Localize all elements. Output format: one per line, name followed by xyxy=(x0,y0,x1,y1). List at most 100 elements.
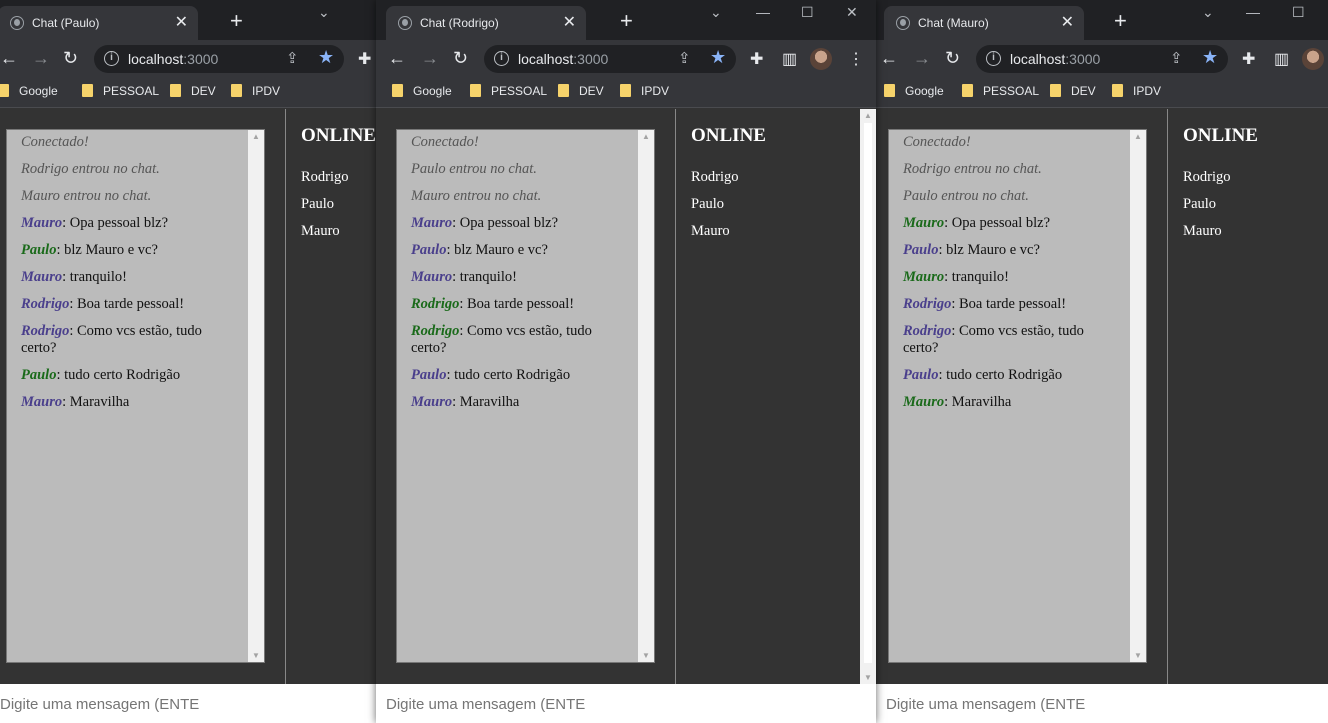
plus-icon[interactable]: + xyxy=(1114,8,1127,34)
star-icon[interactable]: ★ xyxy=(318,47,334,68)
message-author: Paulo xyxy=(903,242,939,258)
message-input[interactable] xyxy=(886,692,1085,716)
address-bar[interactable]: i localhost:3000 ⇪ ★ xyxy=(94,45,344,73)
bookmark-pessoal[interactable]: PESSOAL xyxy=(82,84,159,98)
message-input[interactable] xyxy=(0,692,199,716)
back-arrow-icon[interactable]: ← xyxy=(0,46,18,70)
chat-message: Rodrigo: Como vcs estão, tudo certo? xyxy=(21,323,238,357)
bookmark-pessoal[interactable]: PESSOAL xyxy=(470,84,547,98)
scroll-up-icon[interactable]: ▲ xyxy=(1134,132,1142,141)
kebab-menu-icon[interactable]: ⋮ xyxy=(848,49,864,69)
online-user-list: Rodrigo Paulo Mauro xyxy=(691,169,739,250)
back-arrow-icon[interactable]: ← xyxy=(880,46,898,70)
star-icon[interactable]: ★ xyxy=(710,47,726,68)
puzzle-icon[interactable]: ✚ xyxy=(750,49,763,69)
window-close-icon[interactable]: ✕ xyxy=(846,4,858,21)
chevron-down-icon[interactable]: ⌄ xyxy=(318,4,330,21)
back-arrow-icon[interactable]: ← xyxy=(388,46,406,70)
scroll-down-icon[interactable]: ▼ xyxy=(642,651,650,660)
reload-icon[interactable]: ↻ xyxy=(453,46,468,70)
chat-messages[interactable]: Conectado! Rodrigo entrou no chat. Paulo e… xyxy=(888,129,1147,663)
online-user: Paulo xyxy=(1183,196,1217,212)
bookmark-google[interactable]: Google xyxy=(392,84,452,98)
message-author: Rodrigo xyxy=(903,296,952,312)
plus-icon[interactable]: + xyxy=(620,8,633,34)
bookmark-dev[interactable]: DEV xyxy=(558,84,604,98)
chevron-down-icon[interactable]: ⌄ xyxy=(710,4,722,21)
tab-chat-paulo[interactable]: Chat (Paulo) ✕ xyxy=(0,6,198,40)
minimize-icon[interactable]: — xyxy=(756,4,770,20)
reload-icon[interactable]: ↻ xyxy=(945,46,960,70)
online-title: ONLINE xyxy=(691,125,766,146)
maximize-icon[interactable]: ☐ xyxy=(801,4,814,21)
bookmark-pessoal[interactable]: PESSOAL xyxy=(962,84,1039,98)
share-icon[interactable]: ⇪ xyxy=(286,49,299,67)
scroll-down-icon[interactable]: ▼ xyxy=(252,651,260,660)
chat-messages[interactable]: Conectado! Paulo entrou no chat. Mauro ent… xyxy=(396,129,655,663)
close-icon[interactable]: ✕ xyxy=(563,12,576,32)
info-icon[interactable]: i xyxy=(104,51,119,66)
folder-icon xyxy=(392,84,403,97)
chat-message: Mauro: Opa pessoal blz? xyxy=(903,215,1120,232)
chat-messages[interactable]: Conectado! Rodrigo entrou no chat. Mauro e… xyxy=(6,129,265,663)
tab-chat-mauro[interactable]: Chat (Mauro) ✕ xyxy=(884,6,1084,40)
bookmark-dev[interactable]: DEV xyxy=(1050,84,1096,98)
forward-arrow-icon[interactable]: → xyxy=(421,46,439,70)
message-author: Mauro xyxy=(21,215,63,231)
bookmark-ipdv[interactable]: IPDV xyxy=(231,84,280,98)
puzzle-icon[interactable]: ✚ xyxy=(358,49,371,69)
scroll-up-icon[interactable]: ▲ xyxy=(642,132,650,141)
close-icon[interactable]: ✕ xyxy=(175,12,188,32)
message-text: : Boa tarde pessoal! xyxy=(69,296,185,312)
info-icon[interactable]: i xyxy=(986,51,1001,66)
avatar[interactable] xyxy=(1302,48,1324,70)
address-bar[interactable]: i localhost:3000 ⇪ ★ xyxy=(976,45,1228,73)
url-text: localhost:3000 xyxy=(1010,51,1101,67)
tab-chat-rodrigo[interactable]: Chat (Rodrigo) ✕ xyxy=(386,6,586,40)
scroll-down-icon[interactable]: ▼ xyxy=(864,673,872,682)
side-panel-icon[interactable]: ▥ xyxy=(782,49,797,69)
address-bar[interactable]: i localhost:3000 ⇪ ★ xyxy=(484,45,736,73)
scrollbar-thumb[interactable] xyxy=(864,123,872,663)
scroll-up-icon[interactable]: ▲ xyxy=(864,111,872,120)
bookmark-ipdv[interactable]: IPDV xyxy=(620,84,669,98)
folder-icon xyxy=(620,84,631,97)
chat-message: Mauro: Maravilha xyxy=(21,394,238,411)
side-panel-icon[interactable]: ▥ xyxy=(1274,49,1289,69)
minimize-icon[interactable]: — xyxy=(1246,4,1260,20)
message-author: Paulo xyxy=(411,242,447,258)
bookmark-dev[interactable]: DEV xyxy=(170,84,216,98)
plus-icon[interactable]: + xyxy=(230,8,243,34)
chat-scrollbar[interactable]: ▲ ▼ xyxy=(1130,130,1146,662)
folder-icon xyxy=(82,84,93,97)
scroll-down-icon[interactable]: ▼ xyxy=(1134,651,1142,660)
avatar[interactable] xyxy=(810,48,832,70)
tab-strip: Chat (Mauro) ✕ + ⌄ — ☐ xyxy=(876,0,1328,40)
chat-scrollbar[interactable]: ▲ ▼ xyxy=(248,130,264,662)
chat-scrollbar[interactable]: ▲ ▼ xyxy=(638,130,654,662)
forward-arrow-icon[interactable]: → xyxy=(913,46,931,70)
maximize-icon[interactable]: ☐ xyxy=(1292,4,1305,21)
share-icon[interactable]: ⇪ xyxy=(1170,49,1183,67)
share-icon[interactable]: ⇪ xyxy=(678,49,691,67)
scroll-up-icon[interactable]: ▲ xyxy=(252,132,260,141)
message-input-bar xyxy=(376,684,876,723)
puzzle-icon[interactable]: ✚ xyxy=(1242,49,1255,69)
message-text: : Maravilha xyxy=(62,394,130,410)
chevron-down-icon[interactable]: ⌄ xyxy=(1202,4,1214,21)
reload-icon[interactable]: ↻ xyxy=(63,46,78,70)
message-author: Rodrigo xyxy=(903,323,952,339)
star-icon[interactable]: ★ xyxy=(1202,47,1218,68)
online-user: Mauro xyxy=(1183,223,1222,239)
online-user-list: Rodrigo Paulo Mauro xyxy=(1183,169,1231,250)
page-scrollbar[interactable]: ▲ ▼ xyxy=(860,109,876,684)
bookmark-google[interactable]: Google xyxy=(0,84,58,98)
message-text: : tudo certo Rodrigão xyxy=(446,367,571,383)
forward-arrow-icon[interactable]: → xyxy=(32,46,50,70)
bookmark-google[interactable]: Google xyxy=(884,84,944,98)
system-message: Mauro entrou no chat. xyxy=(21,188,152,204)
close-icon[interactable]: ✕ xyxy=(1061,12,1074,32)
bookmark-ipdv[interactable]: IPDV xyxy=(1112,84,1161,98)
info-icon[interactable]: i xyxy=(494,51,509,66)
message-input[interactable] xyxy=(386,692,585,716)
